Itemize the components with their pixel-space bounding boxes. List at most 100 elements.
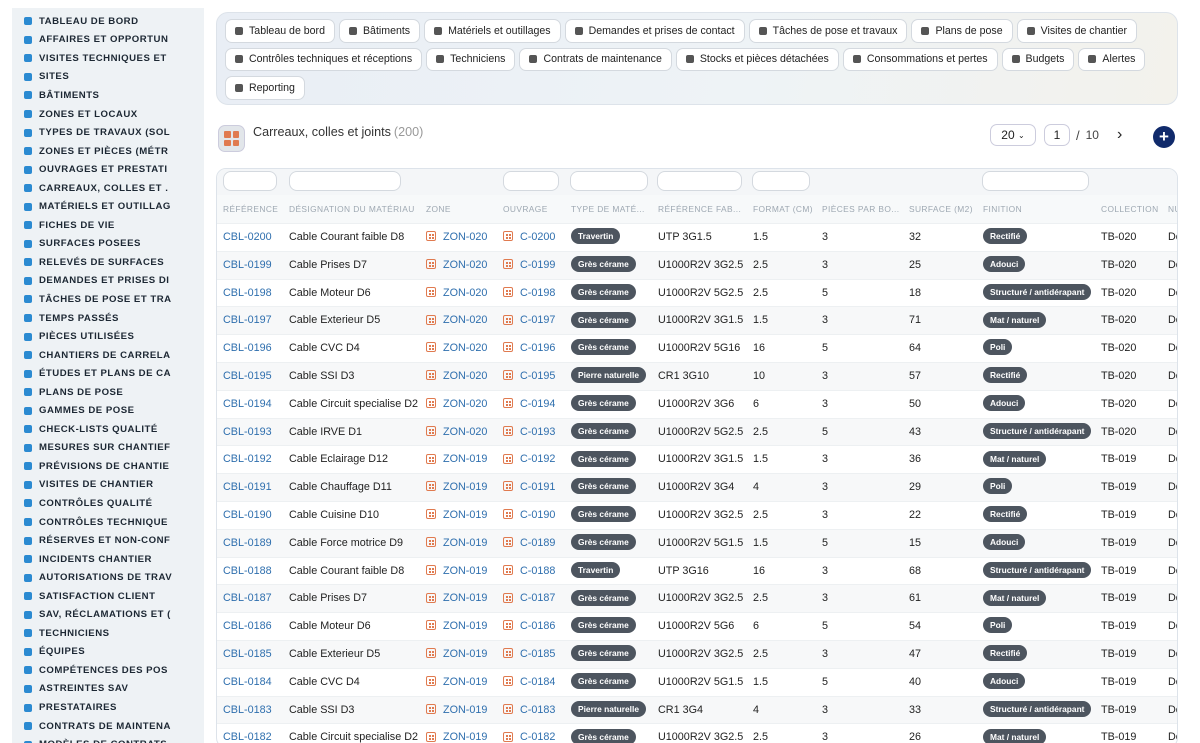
ouvrage-link[interactable]: C-0195 [520, 370, 555, 382]
zone-link[interactable]: ZON-019 [443, 676, 487, 688]
reference-link[interactable]: CBL-0187 [223, 585, 272, 613]
sidebar-item[interactable]: MESURES SUR CHANTIEF [12, 439, 204, 458]
ouvrage-link[interactable]: C-0199 [520, 259, 555, 271]
column-header[interactable]: SURFACE (M2) [909, 204, 973, 214]
nav-chip[interactable]: Plans de pose [911, 19, 1013, 43]
page-number-input[interactable]: 1 [1044, 124, 1070, 146]
sidebar-item[interactable]: MODÈLES DE CONTRATS [12, 735, 204, 743]
nav-chip[interactable]: Budgets [1001, 47, 1075, 71]
sidebar-item[interactable]: CONTRÔLES QUALITÉ [12, 494, 204, 513]
reference-link[interactable]: CBL-0190 [223, 502, 272, 530]
column-header[interactable]: COLLECTION [1101, 204, 1159, 214]
sidebar-item[interactable]: TÂCHES DE POSE ET TRA [12, 290, 204, 309]
sidebar-item[interactable]: ÉQUIPES [12, 643, 204, 662]
filter-input-designation[interactable] [289, 171, 401, 191]
ouvrage-link[interactable]: C-0185 [520, 648, 555, 660]
zone-link[interactable]: ZON-019 [443, 704, 487, 716]
sidebar-item[interactable]: TABLEAU DE BORD [12, 12, 204, 31]
zone-link[interactable]: ZON-019 [443, 620, 487, 632]
table-row[interactable]: CBL-0185 Cable Exterieur D5 ZON-019 C-0185 G… [217, 640, 1177, 669]
ouvrage-link[interactable]: C-0200 [520, 231, 555, 243]
zone-link[interactable]: ZON-020 [443, 287, 487, 299]
sidebar-item[interactable]: BÂTIMENTS [12, 86, 204, 105]
sidebar-item[interactable]: FICHES DE VIE [12, 216, 204, 235]
sidebar-item[interactable]: VISITES TECHNIQUES ET [12, 49, 204, 68]
zone-link[interactable]: ZON-020 [443, 426, 487, 438]
add-record-button[interactable]: + [1153, 126, 1175, 148]
column-header[interactable]: FINITION [983, 204, 1022, 214]
nav-chip[interactable]: Matériels et outillages [424, 19, 561, 43]
filter-input-ref-fab[interactable] [657, 171, 742, 191]
table-row[interactable]: CBL-0193 Cable IRVE D1 ZON-020 C-0193 Grès c… [217, 417, 1177, 446]
column-header[interactable]: NU [1168, 204, 1177, 214]
nav-chip[interactable]: Bâtiments [338, 19, 421, 43]
sidebar-item[interactable]: CARREAUX, COLLES ET . [12, 179, 204, 198]
sidebar-item[interactable]: SURFACES POSEES [12, 235, 204, 254]
sidebar-item[interactable]: ÉTUDES ET PLANS DE CA [12, 364, 204, 383]
ouvrage-link[interactable]: C-0192 [520, 453, 555, 465]
table-row[interactable]: CBL-0195 Cable SSI D3 ZON-020 C-0195 Pierre … [217, 362, 1177, 390]
reference-link[interactable]: CBL-0185 [223, 641, 272, 669]
reference-link[interactable]: CBL-0199 [223, 252, 272, 280]
sidebar-item[interactable]: RELEVÉS DE SURFACES [12, 253, 204, 272]
nav-chip[interactable]: Contrats de maintenance [519, 47, 672, 71]
zone-link[interactable]: ZON-019 [443, 453, 487, 465]
table-row[interactable]: CBL-0198 Cable Moteur D6 ZON-020 C-0198 Grès… [217, 278, 1177, 308]
sidebar-item[interactable]: INCIDENTS CHANTIER [12, 550, 204, 569]
column-header[interactable]: ZONE [426, 204, 451, 214]
reference-link[interactable]: CBL-0198 [223, 280, 272, 308]
ouvrage-link[interactable]: C-0186 [520, 620, 555, 632]
ouvrage-link[interactable]: C-0188 [520, 565, 555, 577]
table-row[interactable]: CBL-0196 Cable CVC D4 ZON-020 C-0196 Grès cé… [217, 334, 1177, 362]
table-row[interactable]: CBL-0192 Cable Eclairage D12 ZON-019 C-0192… [217, 445, 1177, 473]
table-row[interactable]: CBL-0186 Cable Moteur D6 ZON-019 C-0186 Grès… [217, 612, 1177, 641]
column-header[interactable]: RÉFÉRENCE FAB... [658, 204, 741, 214]
sidebar-item[interactable]: CHECK-LISTS QUALITÉ [12, 420, 204, 439]
ouvrage-link[interactable]: C-0189 [520, 537, 555, 549]
reference-link[interactable]: CBL-0186 [223, 613, 272, 641]
sidebar-item[interactable]: PIÈCES UTILISÉES [12, 327, 204, 346]
sidebar-item[interactable]: CONTRATS DE MAINTENA [12, 717, 204, 736]
reference-link[interactable]: CBL-0197 [223, 307, 272, 335]
sidebar-item[interactable]: SITES [12, 68, 204, 87]
sidebar-item[interactable]: RÉSERVES ET NON-CONF [12, 531, 204, 550]
ouvrage-link[interactable]: C-0191 [520, 481, 555, 493]
table-row[interactable]: CBL-0187 Cable Prises D7 ZON-019 C-0187 Grès… [217, 584, 1177, 613]
ouvrage-link[interactable]: C-0197 [520, 314, 555, 326]
zone-link[interactable]: ZON-020 [443, 342, 487, 354]
reference-link[interactable]: CBL-0184 [223, 669, 272, 697]
sidebar-item[interactable]: PRÉVISIONS DE CHANTIE [12, 457, 204, 476]
ouvrage-link[interactable]: C-0193 [520, 426, 555, 438]
column-header[interactable]: RÉFÉRENCE [223, 204, 278, 214]
sidebar-item[interactable]: ZONES ET LOCAUX [12, 105, 204, 124]
filter-input-type[interactable] [570, 171, 648, 191]
sidebar-item[interactable]: PLANS DE POSE [12, 383, 204, 402]
sidebar-item[interactable]: OUVRAGES ET PRESTATI [12, 160, 204, 179]
zone-link[interactable]: ZON-019 [443, 565, 487, 577]
ouvrage-link[interactable]: C-0187 [520, 592, 555, 604]
table-row[interactable]: CBL-0199 Cable Prises D7 ZON-020 C-0199 Grès… [217, 250, 1177, 280]
zone-link[interactable]: ZON-020 [443, 259, 487, 271]
zone-link[interactable]: ZON-020 [443, 370, 487, 382]
nav-chip[interactable]: Demandes et prises de contact [564, 19, 745, 43]
nav-chip[interactable]: Reporting [225, 76, 305, 100]
nav-chip[interactable]: Tâches de pose et travaux [748, 19, 908, 43]
filter-input-ouvrage[interactable] [503, 171, 559, 191]
sidebar-item[interactable]: CONTRÔLES TECHNIQUE [12, 513, 204, 532]
column-header[interactable]: OUVRAGE [503, 204, 548, 214]
table-row[interactable]: CBL-0197 Cable Exterieur D5 ZON-020 C-0197 G… [217, 306, 1177, 335]
nav-chip[interactable]: Contrôles techniques et réceptions [225, 47, 423, 71]
zone-link[interactable]: ZON-019 [443, 731, 487, 743]
nav-chip[interactable]: Tableau de bord [225, 19, 335, 43]
sidebar-item[interactable]: ASTREINTES SAV [12, 680, 204, 699]
table-row[interactable]: CBL-0191 Cable Chauffage D11 ZON-019 C-0191… [217, 473, 1177, 501]
ouvrage-link[interactable]: C-0182 [520, 731, 555, 743]
table-row[interactable]: CBL-0182 Cable Circuit specialise D2 ZON-0… [217, 723, 1177, 743]
reference-link[interactable]: CBL-0183 [223, 697, 272, 725]
sidebar-item[interactable]: VISITES DE CHANTIER [12, 476, 204, 495]
ouvrage-link[interactable]: C-0183 [520, 704, 555, 716]
sidebar-item[interactable]: GAMMES DE POSE [12, 401, 204, 420]
sidebar-item[interactable]: MATÉRIELS ET OUTILLAG [12, 197, 204, 216]
column-header[interactable]: DÉSIGNATION DU MATÉRIAU [289, 204, 415, 214]
sidebar-item[interactable]: CHANTIERS DE CARRELA [12, 346, 204, 365]
